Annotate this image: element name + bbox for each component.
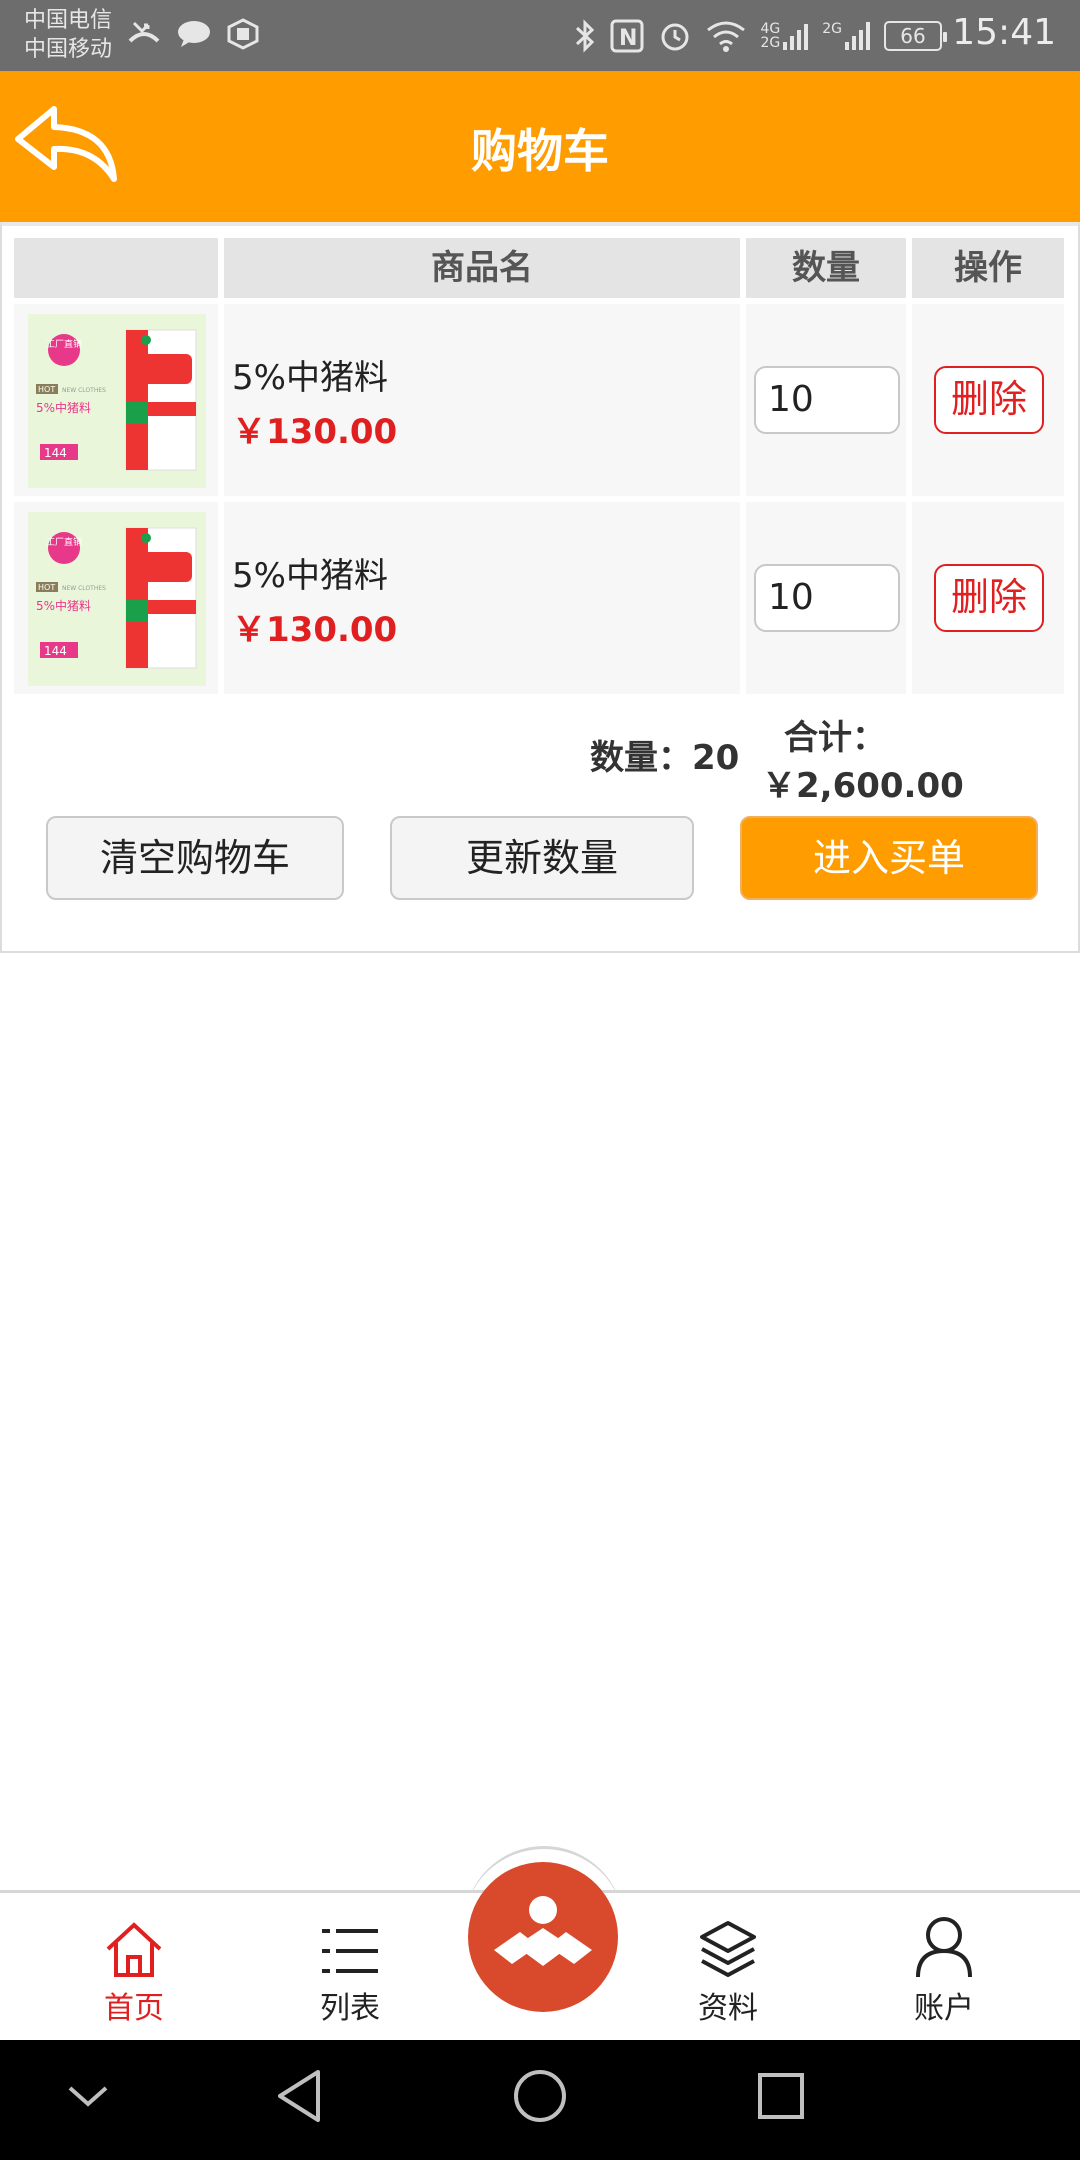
brand-logo-icon	[494, 1896, 592, 1966]
quantity-cell: 10	[746, 502, 906, 694]
column-header-quantity: 数量	[746, 238, 906, 298]
product-image-cell: 工厂直销 HOT NEW CLOTHES 5%中猪料 144	[14, 502, 218, 694]
bluetooth-icon	[576, 19, 595, 53]
thumb-price: 144	[44, 446, 67, 460]
home-circle-icon[interactable]	[512, 2066, 568, 2126]
nav-item-list[interactable]: 列表	[280, 1909, 420, 2027]
table-row: 工厂直销 HOT NEW CLOTHES 5%中猪料 144 5%中猪料 ￥13…	[14, 502, 1070, 694]
system-nav-bar	[0, 2040, 1080, 2160]
action-cell: 删除	[912, 502, 1064, 694]
nav-label-account: 账户	[914, 1991, 974, 2026]
notification-icons	[126, 18, 260, 50]
product-price: ￥130.00	[232, 412, 398, 452]
product-image-cell: 工厂直销 HOT NEW CLOTHES 5%中猪料 144	[14, 304, 218, 496]
missed-call-icon	[128, 21, 160, 43]
recents-square-icon[interactable]	[756, 2066, 806, 2126]
thumb-badge: 工厂直销	[46, 338, 82, 350]
action-cell: 删除	[912, 304, 1064, 496]
summary-quantity: 数量：20	[590, 738, 740, 778]
product-thumbnail[interactable]: 工厂直销 HOT NEW CLOTHES 5%中猪料 144	[28, 512, 206, 686]
quantity-cell: 10	[746, 304, 906, 496]
summary-total-label: 合计：	[784, 718, 886, 758]
back-triangle-icon[interactable]	[274, 2066, 324, 2126]
system-status-icons: N 4G 2G 2G 66	[574, 14, 947, 58]
summary-total-value: ￥2,600.00	[762, 766, 964, 806]
chevron-down-icon[interactable]	[64, 2066, 112, 2126]
carrier-2: 中国移动	[24, 37, 113, 62]
product-name[interactable]: 5%中猪料	[232, 350, 388, 399]
product-name[interactable]: 5%中猪料	[232, 548, 388, 597]
product-price: ￥130.00	[232, 610, 398, 650]
nfc-icon: N	[610, 19, 644, 53]
signal-4g-icon: 4G 2G	[760, 22, 809, 50]
status-bar: 中国电信 中国移动 N 4G 2G 2G 66 15:41	[0, 0, 1080, 71]
center-logo-button[interactable]	[468, 1862, 618, 2012]
layers-icon	[700, 1921, 756, 1977]
nav-item-info[interactable]: 资料	[658, 1909, 798, 2027]
column-header-name: 商品名	[224, 238, 740, 298]
thumb-tag2: NEW CLOTHES	[62, 387, 106, 394]
alarm-icon	[661, 23, 689, 51]
svg-text:N: N	[619, 26, 637, 51]
user-icon	[916, 1917, 972, 1978]
nav-label-info: 资料	[698, 1991, 758, 2026]
update-quantity-button[interactable]: 更新数量	[390, 816, 694, 900]
nav-label-list: 列表	[320, 1991, 380, 2026]
wifi-icon	[707, 21, 746, 52]
thumb-title: 5%中猪料	[36, 400, 91, 415]
app-header: 购物车	[0, 71, 1080, 222]
quantity-input[interactable]: 10	[754, 564, 900, 632]
thumb-title: 5%中猪料	[36, 598, 91, 613]
delete-button[interactable]: 删除	[934, 564, 1044, 632]
thumb-price: 144	[44, 644, 67, 658]
message-icon	[178, 21, 210, 47]
table-row: 工厂直销 HOT NEW CLOTHES 5%中猪料 144 5%中猪料 ￥13…	[14, 304, 1070, 496]
thumb-tag: HOT	[38, 583, 55, 592]
thumb-badge: 工厂直销	[46, 536, 82, 548]
nav-item-home[interactable]: 首页	[64, 1909, 204, 2027]
thumb-tag: HOT	[38, 385, 55, 394]
product-info-cell: 5%中猪料 ￥130.00	[224, 304, 740, 496]
column-header-action: 操作	[912, 238, 1064, 298]
nav-label-home: 首页	[104, 1991, 164, 2026]
signal-2g-icon: 2G	[822, 22, 870, 50]
carrier-1: 中国电信	[24, 8, 113, 33]
clock: 15:41	[952, 12, 1056, 53]
thumb-tag2: NEW CLOTHES	[62, 585, 106, 592]
delete-button[interactable]: 删除	[934, 366, 1044, 434]
quantity-input[interactable]: 10	[754, 366, 900, 434]
carrier-labels: 中国电信 中国移动	[24, 6, 112, 64]
home-icon	[106, 1922, 162, 1977]
cart-panel: 商品名 数量 操作 工厂直销 HOT NEW CLOTHES 5%中猪料 144	[0, 222, 1080, 953]
page-title: 购物车	[471, 124, 609, 178]
checkout-button[interactable]: 进入买单	[740, 816, 1038, 900]
battery-icon: 66	[884, 21, 947, 51]
product-info-cell: 5%中猪料 ￥130.00	[224, 502, 740, 694]
nav-item-account[interactable]: 账户	[874, 1909, 1014, 2027]
cart-table: 商品名 数量 操作 工厂直销 HOT NEW CLOTHES 5%中猪料 144	[14, 238, 1070, 694]
column-header-image	[14, 238, 218, 298]
table-header: 商品名 数量 操作	[14, 238, 1070, 298]
list-icon	[322, 1929, 378, 1973]
product-thumbnail[interactable]: 工厂直销 HOT NEW CLOTHES 5%中猪料 144	[28, 314, 206, 488]
clear-cart-button[interactable]: 清空购物车	[46, 816, 344, 900]
shield-app-icon	[227, 18, 259, 50]
